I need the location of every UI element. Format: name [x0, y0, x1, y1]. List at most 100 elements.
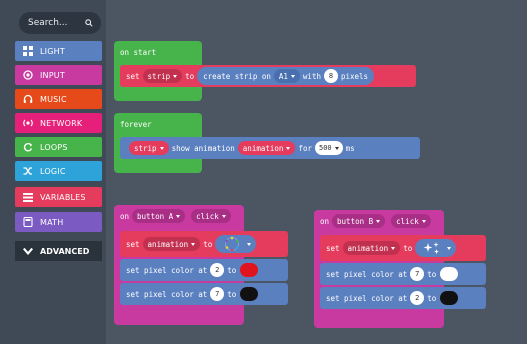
category-loops[interactable]: LOOPS: [15, 137, 102, 157]
sparkle-ring-icon: [225, 236, 240, 252]
duration-value: 500: [318, 144, 332, 152]
pin-name: A1: [278, 71, 288, 81]
pixel-count-input[interactable]: 8: [323, 69, 338, 83]
on-text: on: [120, 211, 130, 221]
dropdown-caret-icon: [173, 74, 178, 78]
with-text: with: [302, 71, 321, 81]
to-text: to: [203, 239, 213, 249]
makecode-editor: Search... LIGHT INPUT MUSIC NETWORK LOOP…: [0, 0, 527, 344]
dropdown-caret-icon: [334, 146, 339, 150]
category-label: MATH: [40, 217, 64, 227]
set-pixel-color-block-2[interactable]: set pixel color at 2 to: [320, 287, 486, 309]
category-light[interactable]: LIGHT: [15, 41, 102, 61]
button-dropdown[interactable]: button B: [332, 214, 386, 228]
animation-picker[interactable]: [415, 239, 457, 257]
set-pixel-color-block-1[interactable]: set pixel color at 2 to: [120, 259, 288, 281]
set-pixel-text: set pixel color at: [126, 265, 208, 275]
broadcast-icon: [22, 117, 34, 129]
search-icon[interactable]: [85, 19, 93, 27]
variable-name: animation: [242, 143, 284, 153]
dropdown-caret-icon: [247, 242, 252, 246]
category-logic[interactable]: LOGIC: [15, 161, 102, 181]
loop-icon: [22, 141, 34, 153]
variable-dropdown[interactable]: animation: [142, 237, 201, 251]
ms-text: ms: [345, 143, 355, 153]
dropdown-caret-icon: [221, 214, 226, 218]
black-color-swatch[interactable]: [240, 287, 259, 301]
variable-dropdown[interactable]: strip: [142, 69, 183, 83]
event-dropdown[interactable]: click: [191, 209, 231, 223]
dropdown-caret-icon: [391, 246, 396, 250]
set-pixel-color-block-1[interactable]: set pixel color at 7 to: [320, 263, 486, 285]
pixel-index-input[interactable]: 7: [210, 287, 225, 301]
to-text: to: [227, 289, 237, 299]
dropdown-caret-icon: [447, 246, 452, 250]
pixel-index-input[interactable]: 2: [210, 263, 225, 277]
event-header: on button B click: [314, 210, 444, 232]
target-icon: [22, 69, 34, 81]
pixels-text: pixels: [340, 71, 369, 81]
code-workspace[interactable]: on start set strip to create strip on A1…: [106, 0, 527, 344]
on-start-label: on start: [120, 47, 157, 57]
event-header: on button A click: [114, 205, 244, 227]
pixel-index-input[interactable]: 7: [410, 267, 425, 281]
category-label: INPUT: [40, 70, 65, 80]
to-text: to: [185, 71, 195, 81]
category-label: MUSIC: [40, 94, 67, 104]
forever-label: forever: [120, 119, 152, 129]
set-pixel-text: set pixel color at: [326, 269, 408, 279]
create-strip-text: create strip on: [203, 71, 271, 81]
category-input[interactable]: INPUT: [15, 65, 102, 85]
set-animation-block[interactable]: set animation to: [120, 231, 288, 257]
variable-name: strip: [147, 71, 171, 81]
calculator-icon: [22, 216, 34, 228]
sparkle-icon: [423, 242, 440, 255]
search-placeholder: Search...: [28, 18, 68, 28]
dropdown-caret-icon: [421, 219, 426, 223]
pin-dropdown[interactable]: A1: [273, 69, 300, 83]
button-dropdown[interactable]: button A: [132, 209, 186, 223]
pixel-index-input[interactable]: 2: [410, 291, 425, 305]
set-pixel-text: set pixel color at: [326, 293, 408, 303]
shuffle-icon: [22, 165, 34, 177]
set-pixel-color-block-2[interactable]: set pixel color at 7 to: [120, 283, 288, 305]
event-name: click: [396, 216, 419, 226]
red-color-swatch[interactable]: [240, 263, 259, 277]
variable-name: strip: [134, 143, 157, 153]
category-label: ADVANCED: [40, 246, 90, 256]
to-text: to: [427, 293, 437, 303]
show-animation-text: show animation: [171, 143, 235, 153]
category-label: NETWORK: [40, 118, 83, 128]
to-text: to: [403, 243, 413, 253]
toolbox-sidebar: Search... LIGHT INPUT MUSIC NETWORK LOOP…: [0, 0, 106, 344]
event-dropdown[interactable]: click: [391, 214, 431, 228]
category-math[interactable]: MATH: [15, 212, 102, 232]
set-animation-block[interactable]: set animation to: [320, 235, 486, 261]
white-color-swatch[interactable]: [440, 267, 459, 281]
for-text: for: [298, 143, 312, 153]
grid-icon: [22, 45, 34, 57]
category-network[interactable]: NETWORK: [15, 113, 102, 133]
animation-picker[interactable]: [215, 235, 257, 253]
set-text: set: [126, 71, 140, 81]
on-text: on: [320, 216, 330, 226]
dropdown-caret-icon: [286, 146, 291, 150]
dropdown-caret-icon: [290, 74, 295, 78]
dropdown-caret-icon: [191, 242, 196, 246]
duration-dropdown[interactable]: 500: [314, 141, 343, 155]
variable-dropdown[interactable]: animation: [342, 241, 401, 255]
category-label: LOGIC: [40, 166, 66, 176]
strip-variable-dropdown[interactable]: strip: [129, 141, 169, 155]
to-text: to: [227, 265, 237, 275]
category-advanced[interactable]: ADVANCED: [15, 241, 102, 261]
set-strip-block[interactable]: set strip to create strip on A1 with 8 p…: [120, 65, 416, 87]
search-input[interactable]: Search...: [19, 12, 101, 34]
category-music[interactable]: MUSIC: [15, 89, 102, 109]
create-strip-block[interactable]: create strip on A1 with 8 pixels: [197, 67, 375, 85]
show-animation-block[interactable]: strip show animation animation for 500 m…: [120, 137, 420, 159]
button-name: button B: [337, 216, 374, 226]
category-variables[interactable]: VARIABLES: [15, 187, 102, 207]
dropdown-caret-icon: [159, 146, 164, 150]
black-color-swatch[interactable]: [440, 291, 459, 305]
animation-variable-dropdown[interactable]: animation: [237, 141, 296, 155]
